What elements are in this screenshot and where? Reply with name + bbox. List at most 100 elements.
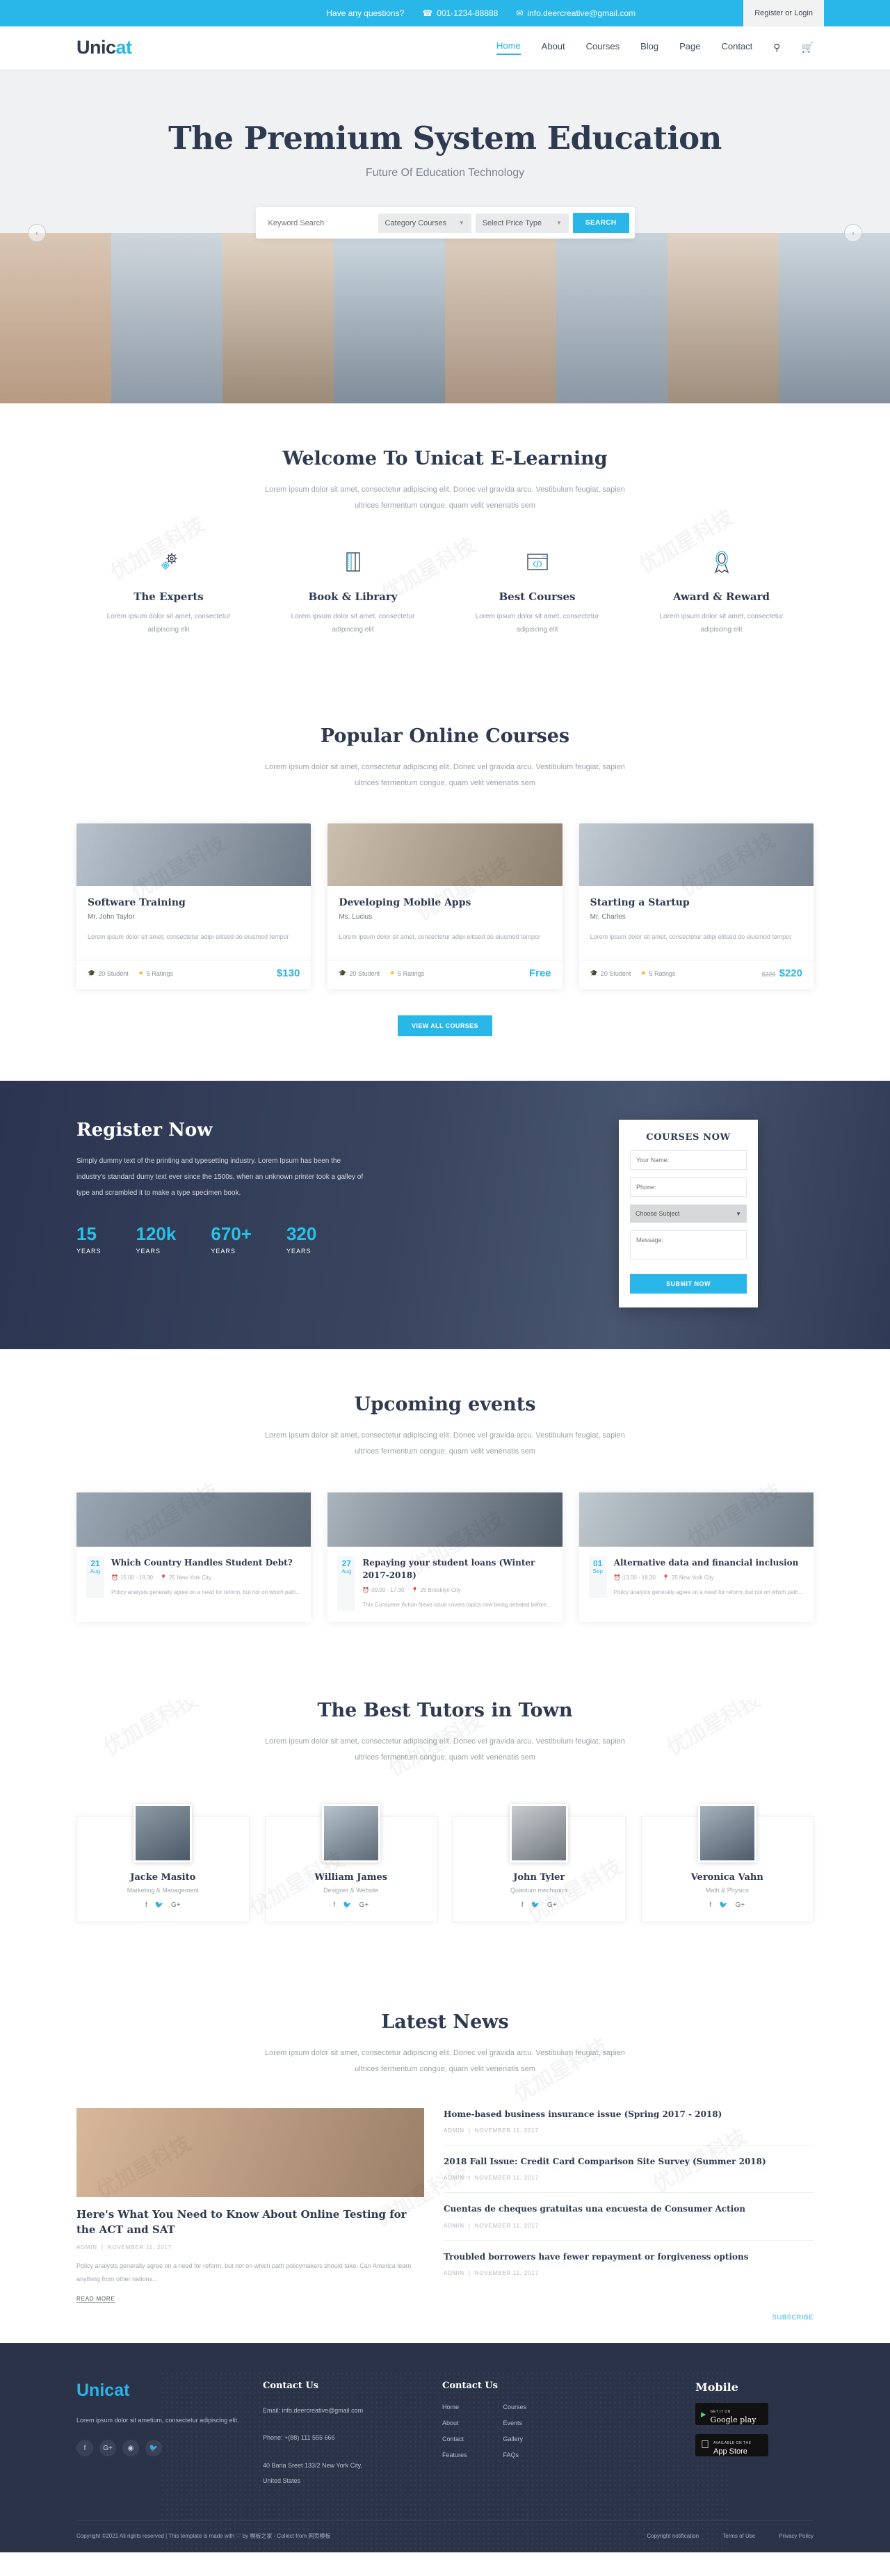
news-list-item[interactable]: Home-based business insurance issue (Spr… xyxy=(444,2108,814,2146)
star-icon: ★ xyxy=(389,969,396,977)
star-icon: ★ xyxy=(640,969,647,977)
nav-item-home[interactable]: Home xyxy=(496,40,521,55)
event-place: 📍 25 Brooklyn City xyxy=(411,1586,461,1593)
subject-select[interactable]: Choose Subject ▼ xyxy=(630,1205,747,1223)
twitter-icon[interactable]: 🐦 xyxy=(145,2440,162,2457)
nav-item-courses[interactable]: Courses xyxy=(586,41,620,54)
nav-item-page[interactable]: Page xyxy=(679,41,700,54)
terms-of-use-link[interactable]: Terms of Use xyxy=(722,2533,755,2539)
read-more-link[interactable]: READ MORE xyxy=(76,2296,115,2303)
footer-mobile-title: Mobile xyxy=(695,2380,738,2394)
footer-link-gallery[interactable]: Gallery xyxy=(503,2436,527,2442)
welcome-section: 优加星科技优加星科技优加星科技 Welcome To Unicat E-Lear… xyxy=(0,403,890,681)
submit-now-button[interactable]: SUBMIT NOW xyxy=(630,1274,747,1294)
nav-item-about[interactable]: About xyxy=(542,41,565,54)
message-field[interactable] xyxy=(630,1230,747,1260)
feature-item[interactable]: The Experts Lorem ipsum dolor sit amet, … xyxy=(76,547,261,636)
news-list-item[interactable]: Cuentas de cheques gratuitas una encuest… xyxy=(444,2193,814,2241)
feature-item[interactable]: Book & Library Lorem ipsum dolor sit ame… xyxy=(261,547,445,636)
cart-icon[interactable]: 🛒 xyxy=(802,42,814,54)
featured-news[interactable]: Here's What You Need to Know About Onlin… xyxy=(76,2107,424,2304)
event-card[interactable]: 21 Aug Which Country Handles Student Debt… xyxy=(76,1492,312,1622)
top-bar: Have any questions? ☎ 001-1234-88888 ✉ inf… xyxy=(0,0,890,26)
tutor-card[interactable]: Veronica Vahn Math & Physics f 🐦 G+ xyxy=(640,1803,814,1922)
tutor-name: Jacke Masito xyxy=(130,1871,196,1883)
carousel-prev-arrow[interactable]: ‹ xyxy=(28,224,46,242)
name-field[interactable] xyxy=(630,1150,747,1170)
course-price: Free xyxy=(528,967,551,980)
tutor-card[interactable]: Jacke Masito Marketing & Management f 🐦 G+ xyxy=(76,1803,250,1922)
facebook-icon[interactable]: f xyxy=(521,1901,524,1909)
news-item-meta: ADMIN | NOVEMBER 11, 2017 xyxy=(444,2127,539,2134)
keyword-search-input[interactable] xyxy=(261,213,374,233)
stat-number: 15 xyxy=(76,1223,97,1245)
feature-item[interactable]: Best Courses Lorem ipsum dolor sit amet,… xyxy=(445,547,629,636)
event-card[interactable]: 01 Sep Alternative data and financial inc… xyxy=(578,1492,814,1622)
feature-item[interactable]: Award & Reward Lorem ipsum dolor sit ame… xyxy=(629,547,814,636)
course-price: $320 $220 xyxy=(761,967,802,980)
search-icon[interactable]: ⚲ xyxy=(773,42,780,54)
facebook-icon[interactable]: f xyxy=(709,1901,711,1909)
course-card[interactable]: Software Training Mr. John Taylor Lorem … xyxy=(76,823,312,990)
phone-field[interactable] xyxy=(630,1177,747,1198)
footer-address: 40 Baria Sreet 133/2 New York City, Unit… xyxy=(263,2461,362,2484)
instagram-icon[interactable]: ◉ xyxy=(122,2440,139,2457)
price-type-select[interactable]: Select Price Type ▼ xyxy=(475,213,569,233)
subscribe-link[interactable]: SUBSCRIBE xyxy=(76,2304,814,2336)
site-logo[interactable]: Unicat xyxy=(76,37,132,58)
google-plus-icon[interactable]: G+ xyxy=(547,1901,557,1909)
nav-item-blog[interactable]: Blog xyxy=(640,41,658,54)
popular-courses-section: 优加星科技优加星科技优加星科技 Popular Online Courses L… xyxy=(0,681,890,1081)
questions-text: Have any questions? xyxy=(326,8,405,18)
chevron-down-icon: ▼ xyxy=(556,220,562,226)
tutor-card[interactable]: William James Designer & Website f 🐦 G+ xyxy=(264,1803,437,1922)
register-or-login-button[interactable]: Register or Login xyxy=(743,0,824,26)
facebook-icon[interactable]: f xyxy=(333,1901,335,1909)
footer-link-contact[interactable]: Contact xyxy=(442,2436,467,2442)
site-footer: Unicat Lorem ipsum dolor sit ametium, co… xyxy=(0,2342,890,2553)
footer-link-features[interactable]: Features xyxy=(442,2452,467,2458)
google-plus-icon[interactable]: G+ xyxy=(359,1901,369,1909)
course-card[interactable]: Developing Mobile Apps Ms. Lucius Lorem … xyxy=(327,823,563,990)
nav-item-contact[interactable]: Contact xyxy=(721,41,752,54)
event-card[interactable]: 27 Aug Repaying your student loans (Winte… xyxy=(327,1492,563,1622)
news-list-item[interactable]: Troubled borrowers have fewer repayment … xyxy=(444,2241,814,2287)
carousel-next-arrow[interactable]: › xyxy=(844,224,862,242)
google-play-badge[interactable]: ▸ GET IT ON Google play xyxy=(695,2402,768,2425)
search-button[interactable]: SEARCH xyxy=(572,213,629,233)
privacy-policy-link[interactable]: Privacy Policy xyxy=(779,2533,814,2539)
stat-number: 320 xyxy=(286,1223,317,1245)
facebook-icon[interactable]: f xyxy=(145,1901,147,1909)
category-select[interactable]: Category Courses ▼ xyxy=(378,213,471,233)
news-list-item[interactable]: 2018 Fall Issue: Credit Card Comparison … xyxy=(444,2146,814,2193)
footer-link-courses[interactable]: Courses xyxy=(503,2404,527,2410)
footer-phone[interactable]: Phone: +(88) 111 555 666 xyxy=(263,2431,430,2446)
copyright-notification-link[interactable]: Copyright notification xyxy=(647,2533,699,2539)
footer-link-about[interactable]: About xyxy=(442,2420,467,2426)
google-plus-icon[interactable]: G+ xyxy=(171,1901,181,1909)
footer-links-column: Contact Us Home About Contact Features C… xyxy=(442,2381,609,2488)
tutor-card[interactable]: John Tyler Quantum mechanics f 🐦 G+ xyxy=(453,1803,626,1922)
footer-logo[interactable]: Unicat xyxy=(76,2381,250,2401)
view-all-courses-button[interactable]: VIEW ALL COURSES xyxy=(398,1015,492,1037)
app-store-badge[interactable]:  AVAILABLE ON THEApp Store xyxy=(695,2433,768,2456)
twitter-icon[interactable]: 🐦 xyxy=(155,1901,163,1909)
google-plus-icon[interactable]: G+ xyxy=(736,1901,745,1909)
footer-link-home[interactable]: Home xyxy=(442,2404,467,2410)
course-old-price: $320 xyxy=(761,971,776,979)
facebook-icon[interactable]: f xyxy=(76,2440,93,2457)
clock-icon: ⏰ xyxy=(362,1586,370,1593)
event-excerpt: This Consumer Action News issue covers t… xyxy=(362,1601,552,1608)
twitter-icon[interactable]: 🐦 xyxy=(343,1901,351,1909)
feature-title: Award & Reward xyxy=(672,590,770,604)
footer-link-events[interactable]: Events xyxy=(503,2420,527,2426)
twitter-icon[interactable]: 🐦 xyxy=(719,1901,727,1909)
footer-email[interactable]: Email: info.deercreative@gmail.com xyxy=(263,2404,430,2419)
twitter-icon[interactable]: 🐦 xyxy=(531,1901,540,1909)
course-card[interactable]: Starting a Startup Mr. Charles Lorem ips… xyxy=(578,823,814,990)
google-plus-icon[interactable]: G+ xyxy=(99,2440,116,2457)
phone-contact[interactable]: ☎ 001-1234-88888 xyxy=(422,8,498,18)
register-copy: Register Now Simply dummy text of the pr… xyxy=(76,1120,466,1307)
footer-link-faqs[interactable]: FAQs xyxy=(503,2452,527,2458)
email-contact[interactable]: ✉ info.deercreative@gmail.com xyxy=(516,8,636,18)
